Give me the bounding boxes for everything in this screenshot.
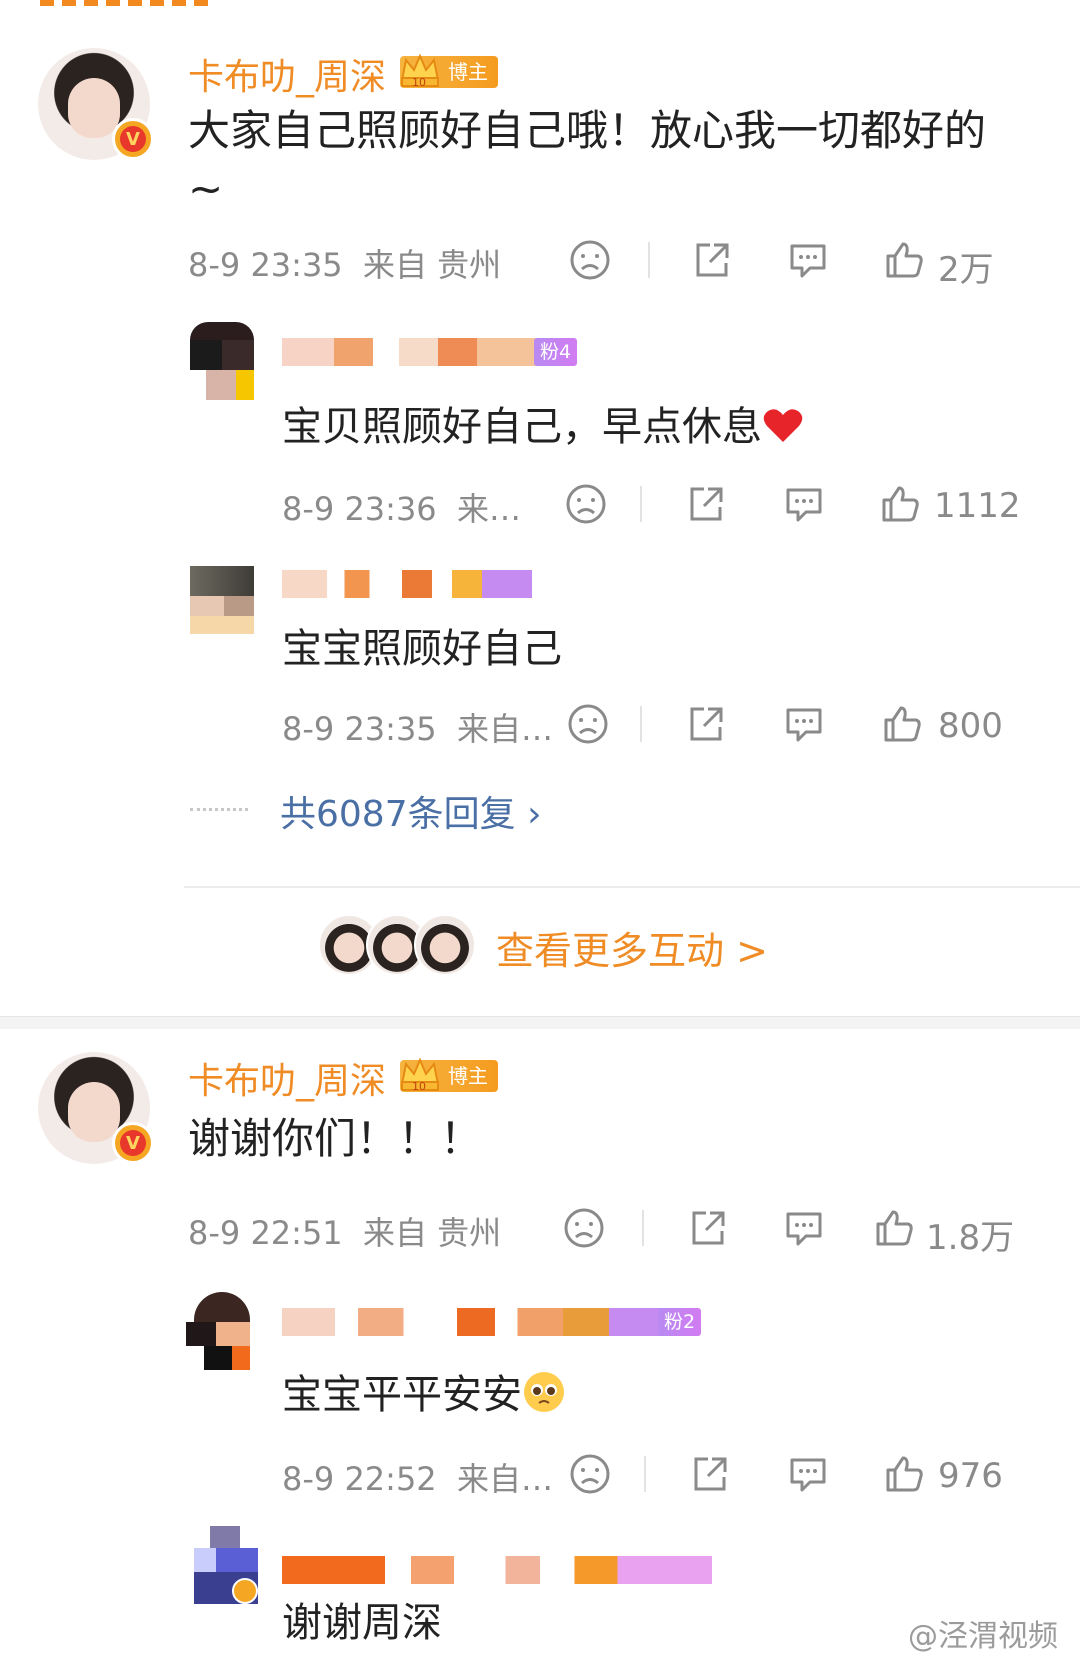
reply-avatar[interactable] (186, 1292, 250, 1370)
verified-icon: V (112, 118, 154, 160)
chevron-right-icon: › (527, 794, 542, 835)
reply-avatar[interactable] (190, 322, 254, 400)
sad-face-icon (566, 484, 606, 524)
dislike-button[interactable] (566, 1450, 614, 1498)
comment-icon (786, 708, 822, 742)
comment-icon (786, 1212, 822, 1246)
like-button[interactable] (870, 1204, 918, 1252)
reply-button[interactable] (784, 1450, 832, 1498)
view-replies-link[interactable]: 共6087条回复 › (280, 785, 541, 837)
like-button[interactable] (876, 480, 924, 528)
sad-face-icon (570, 1454, 610, 1494)
avatar (414, 914, 476, 976)
author-avatar[interactable]: V (38, 48, 154, 160)
thumbs-up-icon (886, 1456, 923, 1492)
author-name[interactable]: 卡布叻_周深 (188, 48, 386, 100)
svg-text:10: 10 (412, 1080, 426, 1093)
pleading-face-icon (524, 1372, 564, 1412)
thumbs-up-icon (882, 486, 919, 522)
share-icon (690, 487, 723, 521)
crown-icon: 10 (400, 1057, 440, 1093)
reply-avatar[interactable] (190, 566, 254, 644)
like-count: 1.8万 (926, 1218, 1015, 1258)
reply-button[interactable] (780, 1204, 828, 1252)
comment-text: 大家自己照顾好自己哦！放心我一切都好的~ (188, 106, 987, 213)
reply-avatar[interactable] (194, 1526, 258, 1604)
share-icon (694, 1457, 727, 1491)
action-divider (648, 242, 650, 278)
comment-time: 8-9 22:51 来自 贵州 (188, 1214, 502, 1252)
action-divider (640, 486, 642, 522)
comment-icon (786, 488, 822, 522)
dislike-button[interactable] (560, 1204, 608, 1252)
reply-time: 8-9 23:36 来… (282, 490, 522, 528)
dislike-button[interactable] (566, 236, 614, 284)
dislike-button[interactable] (562, 480, 610, 528)
chevron-right-icon: > (736, 929, 768, 973)
reply-button[interactable] (780, 480, 828, 528)
fan-badge: 粉4 (534, 338, 578, 366)
reply-button[interactable] (784, 236, 832, 284)
share-button[interactable] (686, 1450, 734, 1498)
blogger-badge: 10 博主 (400, 1057, 498, 1093)
author-avatar[interactable]: V (38, 1052, 154, 1164)
comment-icon (790, 1458, 826, 1492)
svg-text:10: 10 (412, 76, 426, 89)
share-icon (692, 1211, 725, 1245)
like-count: 976 (938, 1456, 1003, 1496)
thumbs-up-icon (876, 1210, 913, 1246)
cropped-header (40, 0, 210, 6)
action-divider (644, 1456, 646, 1492)
section-separator (0, 1016, 1080, 1029)
reply-text: 宝宝照顾好自己 (282, 626, 562, 672)
comment-icon (790, 244, 826, 278)
reply-button[interactable] (780, 700, 828, 748)
comment-time: 8-9 23:35 来自 贵州 (188, 246, 502, 284)
share-button[interactable] (688, 236, 736, 284)
share-icon (696, 243, 729, 277)
like-button[interactable] (880, 1450, 928, 1498)
action-divider (642, 1210, 644, 1246)
like-button[interactable] (878, 700, 926, 748)
share-button[interactable] (682, 480, 730, 528)
sad-face-icon (568, 704, 608, 744)
crown-icon: 10 (400, 53, 440, 89)
sad-face-icon (570, 240, 610, 280)
reply-text: 宝贝照顾好自己，早点休息 (282, 394, 804, 452)
reply-text: 谢谢周深 (282, 1600, 442, 1646)
action-divider (640, 706, 642, 742)
share-button[interactable] (684, 1204, 732, 1252)
watermark: @泾渭视频 (908, 1619, 1058, 1654)
reply-time: 8-9 23:35 来自… (282, 710, 554, 748)
like-button[interactable] (880, 236, 928, 284)
share-icon (690, 707, 723, 741)
sad-face-icon (564, 1208, 604, 1248)
reply-text: 宝宝平平安安 (282, 1362, 566, 1420)
heart-icon (763, 409, 803, 442)
thumbs-up-icon (884, 706, 921, 742)
verified-icon: V (112, 1122, 154, 1164)
divider (184, 886, 1080, 888)
like-count: 1112 (934, 486, 1021, 526)
dotted-line (190, 808, 248, 811)
comment-text: 谢谢你们！！！ (188, 1114, 483, 1163)
reply-time: 8-9 22:52 来自… (282, 1460, 554, 1498)
like-count: 800 (938, 706, 1003, 746)
dislike-button[interactable] (564, 700, 612, 748)
share-button[interactable] (682, 700, 730, 748)
like-count: 2万 (938, 250, 994, 290)
author-name[interactable]: 卡布叻_周深 (188, 1052, 386, 1104)
fan-badge: 粉2 (658, 1308, 702, 1336)
thumbs-up-icon (886, 242, 923, 278)
blogger-badge: 10 博主 (400, 53, 498, 89)
